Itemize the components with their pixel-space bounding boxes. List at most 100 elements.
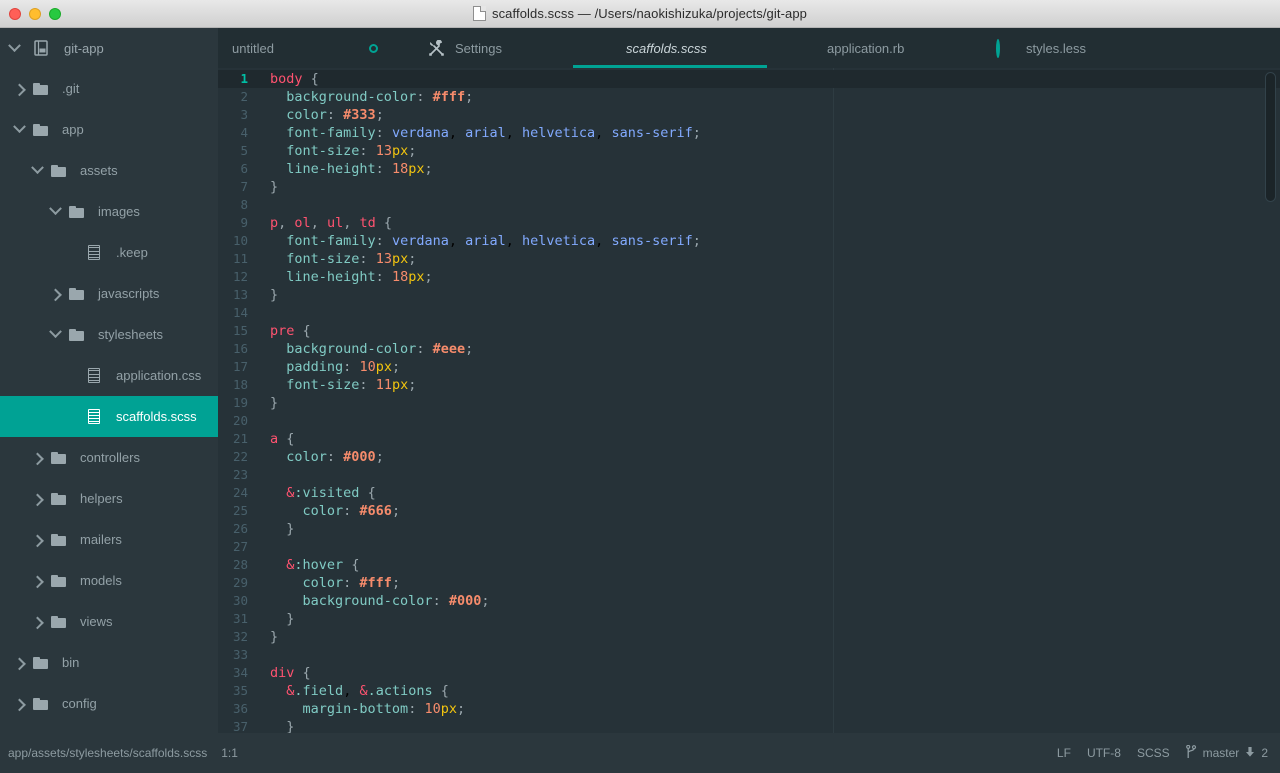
code-line[interactable]: 17 padding: 10px; xyxy=(218,358,1280,376)
tree-item-models[interactable]: models xyxy=(0,560,218,601)
chevron-down-icon[interactable] xyxy=(44,202,66,216)
code-line[interactable]: 14 xyxy=(218,304,1280,322)
code-line[interactable]: 4 font-family: verdana, arial, helvetica… xyxy=(218,124,1280,142)
chevron-right-icon[interactable] xyxy=(8,83,30,97)
status-file-path[interactable]: app/assets/stylesheets/scaffolds.scss xyxy=(8,746,207,760)
code-line[interactable]: 12 line-height: 18px; xyxy=(218,268,1280,286)
tree-item-app[interactable]: app xyxy=(0,109,218,150)
chevron-down-icon[interactable] xyxy=(0,38,28,53)
tree-item-scaffolds-scss[interactable]: scaffolds.scss xyxy=(0,396,218,437)
code-line[interactable]: 26 } xyxy=(218,520,1280,538)
modified-indicator-icon[interactable] xyxy=(369,43,378,53)
code-line[interactable]: 32} xyxy=(218,628,1280,646)
code-line[interactable]: 15 pre { xyxy=(218,322,1280,340)
chevron-right-icon[interactable] xyxy=(8,698,30,712)
code-line[interactable]: 21 a { xyxy=(218,430,1280,448)
code-line[interactable]: 35 &.field, &.actions { xyxy=(218,682,1280,700)
code-line[interactable]: 20 xyxy=(218,412,1280,430)
folder-icon xyxy=(48,533,68,546)
tree-item-mailers[interactable]: mailers xyxy=(0,519,218,560)
code-line[interactable]: 27 xyxy=(218,538,1280,556)
code-line[interactable]: 22 color: #000; xyxy=(218,448,1280,466)
tree-item-bin[interactable]: bin xyxy=(0,642,218,683)
code-line[interactable]: 28 &:hover { xyxy=(218,556,1280,574)
tree-item-images[interactable]: images xyxy=(0,191,218,232)
code-line[interactable]: 36 margin-bottom: 10px; xyxy=(218,700,1280,718)
status-encoding[interactable]: UTF-8 xyxy=(1087,746,1121,760)
tab-scaffolds-scss[interactable]: scaffolds.scss xyxy=(573,28,767,68)
code-line[interactable]: 31 } xyxy=(218,610,1280,628)
line-number: 4 xyxy=(240,125,248,140)
tree-item-assets[interactable]: assets xyxy=(0,150,218,191)
status-cursor-position[interactable]: 1:1 xyxy=(221,746,238,760)
code-line[interactable]: 29 color: #fff; xyxy=(218,574,1280,592)
code-content[interactable]: 1 body {2 background-color: #fff; 3 color:… xyxy=(218,68,1280,733)
code-line[interactable]: 3 color: #333; xyxy=(218,106,1280,124)
code-line[interactable]: 11 font-size: 13px; xyxy=(218,250,1280,268)
zoom-button[interactable] xyxy=(49,8,61,20)
code-line[interactable]: 18 font-size: 11px; xyxy=(218,376,1280,394)
tree-item-application-css[interactable]: application.css xyxy=(0,355,218,396)
tab-settings[interactable]: Settings xyxy=(392,28,573,68)
tree-item-views[interactable]: views xyxy=(0,601,218,642)
tree-item-stylesheets[interactable]: stylesheets xyxy=(0,314,218,355)
code-line[interactable]: 37 } xyxy=(218,718,1280,733)
code-line[interactable]: 33 xyxy=(218,646,1280,664)
window-controls[interactable] xyxy=(9,0,61,28)
code-line[interactable]: 24 &:visited { xyxy=(218,484,1280,502)
tree-item-helpers[interactable]: helpers xyxy=(0,478,218,519)
status-git-branch[interactable]: master 2 xyxy=(1185,744,1268,762)
code-line[interactable]: 6 line-height: 18px; xyxy=(218,160,1280,178)
code-line[interactable]: 30 background-color: #000; xyxy=(218,592,1280,610)
tab-application-rb[interactable]: application.rb xyxy=(767,28,955,68)
code-line[interactable]: 19} xyxy=(218,394,1280,412)
code-editor[interactable]: 1 body {2 background-color: #fff; 3 color:… xyxy=(218,68,1280,733)
code-line[interactable]: 5 font-size: 13px; xyxy=(218,142,1280,160)
line-source: font-size: 13px; xyxy=(286,143,417,159)
chevron-right-icon[interactable] xyxy=(26,575,48,589)
code-line[interactable]: 8 xyxy=(218,196,1280,214)
chevron-down-icon[interactable] xyxy=(26,161,48,175)
code-line[interactable]: 1 body { xyxy=(218,70,1280,88)
chevron-down-icon[interactable] xyxy=(44,325,66,339)
tab-label: untitled xyxy=(232,40,274,56)
code-line[interactable]: 13} xyxy=(218,286,1280,304)
tree-item--git[interactable]: .git xyxy=(0,68,218,109)
code-line[interactable]: 16 background-color: #eee; xyxy=(218,340,1280,358)
minimize-button[interactable] xyxy=(29,8,41,20)
tree-item-controllers[interactable]: controllers xyxy=(0,437,218,478)
code-line[interactable]: 9 p, ol, ul, td { xyxy=(218,214,1280,232)
line-source: font-size: 11px; xyxy=(286,377,417,393)
git-branch-icon xyxy=(1185,744,1197,762)
tree-item--keep[interactable]: .keep xyxy=(0,232,218,273)
tab-styles-less[interactable]: styles.less xyxy=(955,28,1135,68)
status-grammar[interactable]: SCSS xyxy=(1137,746,1170,760)
line-number: 12 xyxy=(232,269,248,284)
code-line[interactable]: 7} xyxy=(218,178,1280,196)
chevron-right-icon[interactable] xyxy=(26,616,48,630)
tab-untitled[interactable]: untitled xyxy=(218,28,392,68)
chevron-right-icon[interactable] xyxy=(26,452,48,466)
status-left-group: app/assets/stylesheets/scaffolds.scss 1:… xyxy=(0,746,238,760)
chevron-right-icon[interactable] xyxy=(26,493,48,507)
chevron-down-icon[interactable] xyxy=(8,120,30,134)
code-line[interactable]: 23 xyxy=(218,466,1280,484)
tree-item-config[interactable]: config xyxy=(0,683,218,724)
tree-item-javascripts[interactable]: javascripts xyxy=(0,273,218,314)
chevron-right-icon[interactable] xyxy=(8,657,30,671)
code-line[interactable]: 34 div { xyxy=(218,664,1280,682)
modified-indicator-icon[interactable] xyxy=(996,38,1000,58)
tree-item-label: config xyxy=(62,696,97,711)
status-line-ending[interactable]: LF xyxy=(1057,746,1071,760)
project-header[interactable]: git-app xyxy=(0,28,218,68)
close-button[interactable] xyxy=(9,8,21,20)
code-line[interactable]: 10 font-family: verdana, arial, helvetic… xyxy=(218,232,1280,250)
line-source: } xyxy=(270,179,279,195)
code-line[interactable]: 2 background-color: #fff; xyxy=(218,88,1280,106)
file-tree-sidebar[interactable]: .git app assets images .keep javascripts style… xyxy=(0,68,218,733)
line-number: 35 xyxy=(232,683,248,698)
vertical-scrollbar[interactable] xyxy=(1265,72,1276,202)
chevron-right-icon[interactable] xyxy=(44,288,66,302)
code-line[interactable]: 25 color: #666; xyxy=(218,502,1280,520)
chevron-right-icon[interactable] xyxy=(26,534,48,548)
